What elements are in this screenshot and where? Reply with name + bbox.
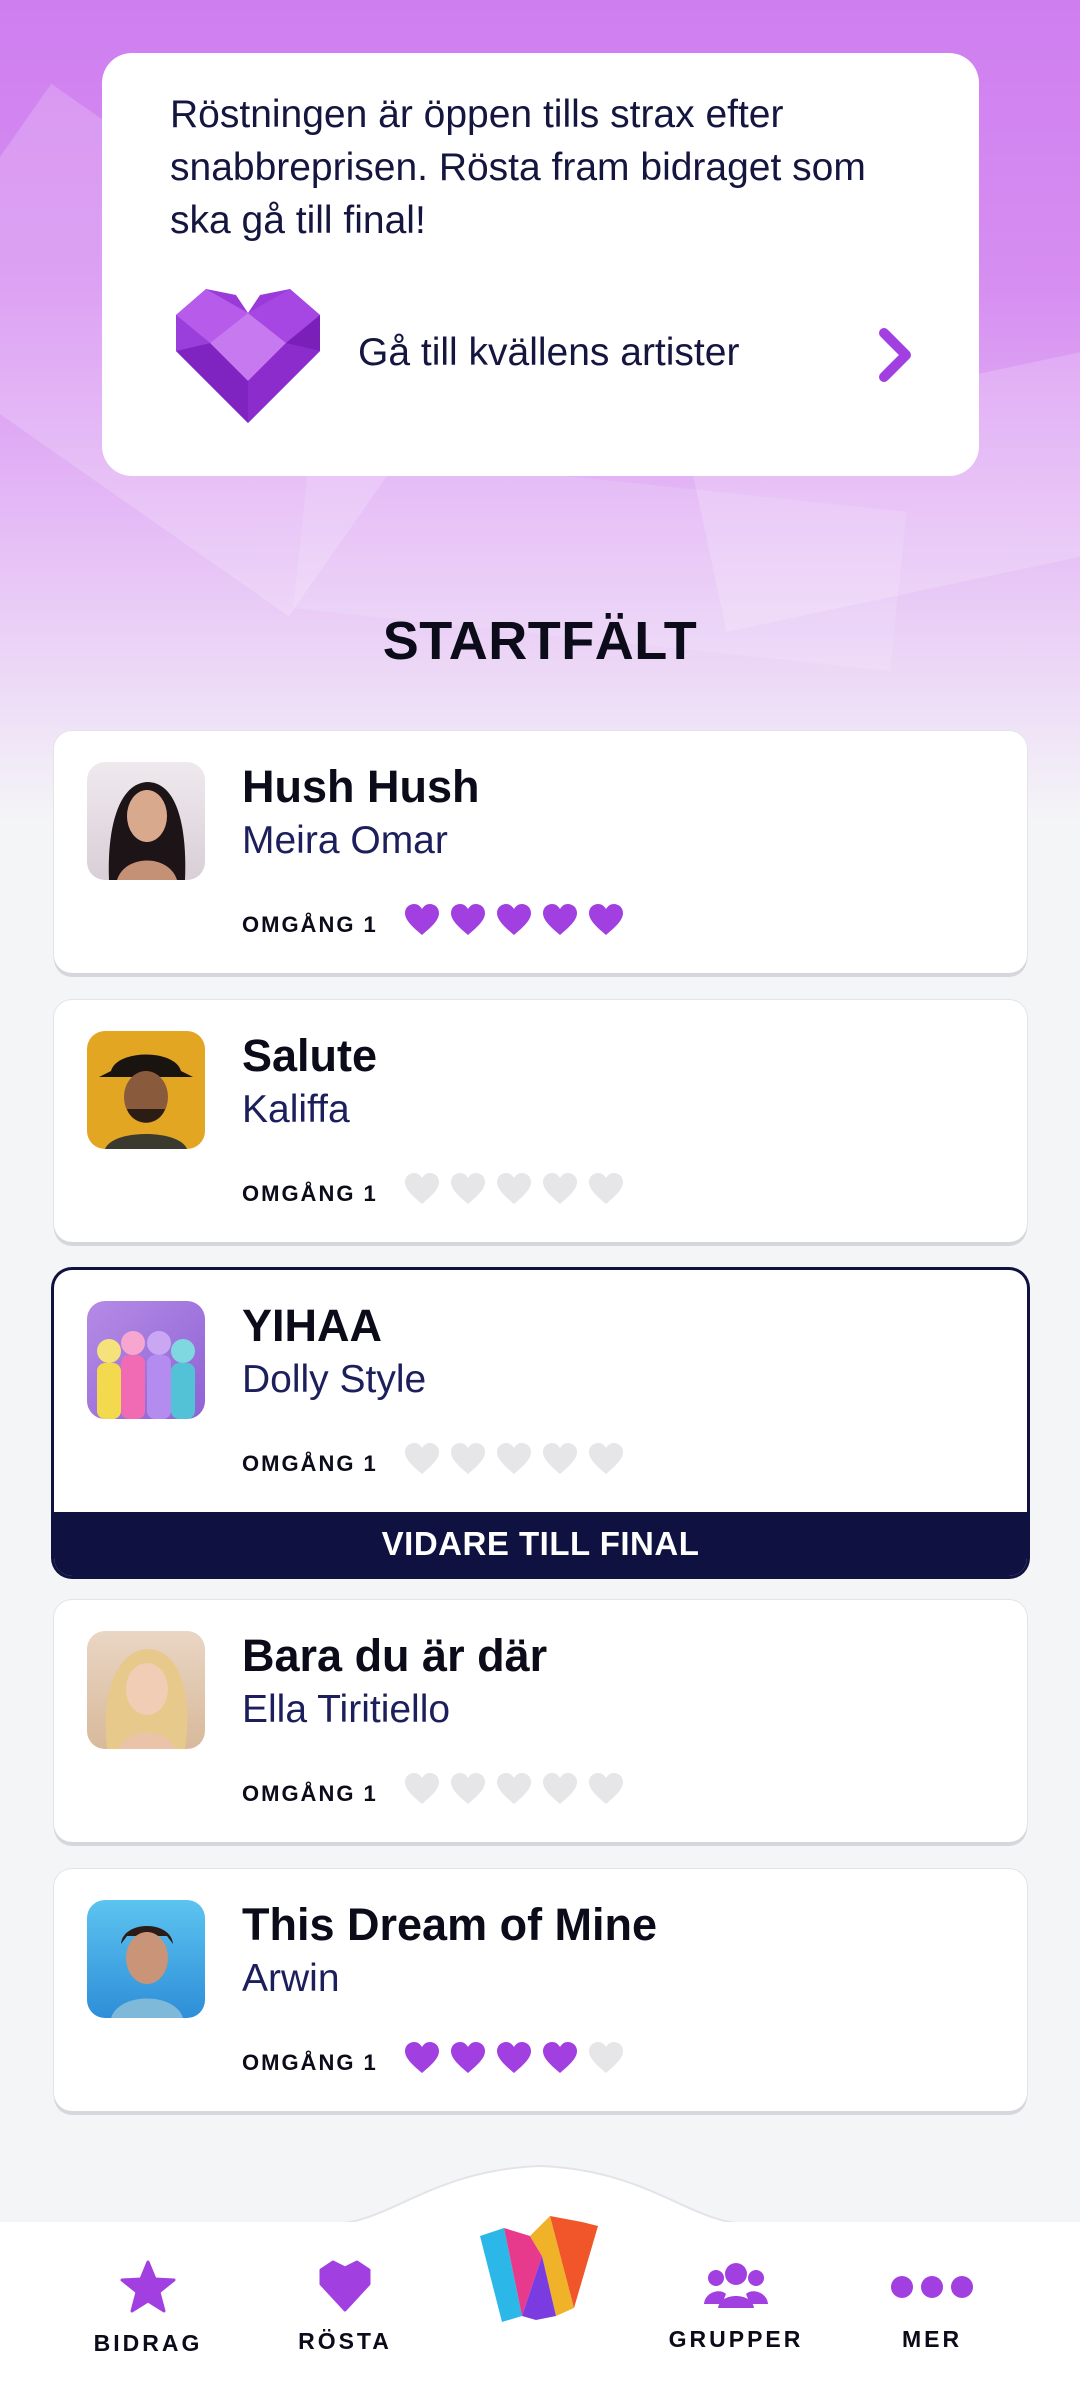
- nav-rosta[interactable]: RÖSTA: [255, 2260, 435, 2355]
- heart-empty-icon: [589, 1773, 623, 1804]
- round-label: OMGÅNG 1: [242, 912, 378, 937]
- heart-filled-icon: [497, 2042, 531, 2073]
- heart-filled-icon: [405, 904, 439, 935]
- heart-filled-icon: [589, 904, 623, 935]
- heart-filled-icon: [497, 904, 531, 935]
- round-label: OMGÅNG 1: [242, 1181, 378, 1206]
- round-label: OMGÅNG 1: [242, 1451, 378, 1476]
- song-title: YIHAA: [242, 1300, 383, 1351]
- mf-logo-icon: [480, 2216, 598, 2322]
- heart-empty-icon: [589, 1443, 623, 1474]
- song-title: Bara du är där: [242, 1630, 548, 1681]
- nav-bidrag-label: BIDRAG: [93, 2330, 203, 2356]
- heart-empty-icon: [589, 1173, 623, 1204]
- artist-name: Kaliffa: [242, 1088, 350, 1131]
- song-title: Salute: [242, 1030, 378, 1081]
- artist-photo: [87, 1900, 205, 2018]
- artist-name: Ella Tiritiello: [242, 1688, 451, 1731]
- artist-name: Arwin: [242, 1957, 340, 2000]
- nav-bidrag[interactable]: BIDRAG: [58, 2260, 238, 2357]
- nav-grupper[interactable]: GRUPPER: [646, 2260, 826, 2353]
- vote-hearts: [404, 1442, 624, 1482]
- song-title: Hush Hush: [242, 761, 480, 812]
- artist-photo: [87, 762, 205, 880]
- artist-name: Dolly Style: [242, 1358, 427, 1401]
- heart-filled-icon: [451, 2042, 485, 2073]
- heart-empty-icon: [405, 1173, 439, 1204]
- song-title: This Dream of Mine: [242, 1899, 658, 1950]
- artists-link-label: Gå till kvällens artister: [358, 331, 740, 374]
- heart-icon: [319, 2260, 371, 2312]
- crystal-heart-icon: [176, 289, 320, 423]
- nav-rosta-label: RÖSTA: [298, 2328, 392, 2354]
- artist-photo: [87, 1301, 205, 1419]
- artist-name: Meira Omar: [242, 819, 448, 862]
- heart-filled-icon: [451, 904, 485, 935]
- heart-empty-icon: [497, 1773, 531, 1804]
- section-title: STARTFÄLT: [382, 611, 698, 671]
- heart-empty-icon: [589, 2042, 623, 2073]
- heart-empty-icon: [543, 1443, 577, 1474]
- group-icon: [704, 2263, 768, 2308]
- melodifestivalen-logo[interactable]: [470, 2196, 610, 2336]
- heart-empty-icon: [405, 1443, 439, 1474]
- entry-card[interactable]: Salute Kaliffa OMGÅNG 1: [54, 1000, 1027, 1242]
- heart-empty-icon: [451, 1443, 485, 1474]
- finalist-badge: VIDARE TILL FINAL: [54, 1512, 1027, 1576]
- vote-hearts: [404, 1772, 624, 1812]
- artists-link[interactable]: Gå till kvällens artister: [170, 285, 930, 425]
- heart-filled-icon: [405, 2042, 439, 2073]
- entry-card[interactable]: This Dream of Mine Arwin OMGÅNG 1: [54, 1869, 1027, 2111]
- heart-empty-icon: [451, 1773, 485, 1804]
- round-label: OMGÅNG 1: [242, 1781, 378, 1806]
- vote-hearts: [404, 1172, 624, 1212]
- more-dots-icon: [891, 2276, 973, 2298]
- heart-empty-icon: [543, 1773, 577, 1804]
- heart-empty-icon: [497, 1443, 531, 1474]
- heart-filled-icon: [543, 2042, 577, 2073]
- nav-grupper-label: GRUPPER: [668, 2326, 804, 2352]
- vote-hearts: [404, 903, 624, 943]
- vote-hearts: [404, 2041, 624, 2081]
- heart-empty-icon: [405, 1773, 439, 1804]
- voting-info-text: Röstningen är öppen tills strax efter sn…: [170, 93, 866, 242]
- chevron-right-icon: [879, 328, 911, 382]
- heart-empty-icon: [451, 1173, 485, 1204]
- artist-photo: [87, 1631, 205, 1749]
- heart-empty-icon: [497, 1173, 531, 1204]
- heart-empty-icon: [543, 1173, 577, 1204]
- star-icon: [120, 2260, 176, 2313]
- nav-mer-label: MER: [901, 2326, 963, 2352]
- round-label: OMGÅNG 1: [242, 2050, 378, 2075]
- heart-filled-icon: [543, 904, 577, 935]
- entry-card[interactable]: Bara du är där Ella Tiritiello OMGÅNG 1: [54, 1600, 1027, 1842]
- entry-card-selected[interactable]: YIHAA Dolly Style OMGÅNG 1 VIDARE TILL F…: [54, 1270, 1027, 1576]
- voting-info-card: Röstningen är öppen tills strax efter sn…: [102, 53, 979, 476]
- entry-card[interactable]: Hush Hush Meira Omar OMGÅNG 1: [54, 731, 1027, 973]
- nav-mer[interactable]: MER: [842, 2260, 1022, 2353]
- artist-photo: [87, 1031, 205, 1149]
